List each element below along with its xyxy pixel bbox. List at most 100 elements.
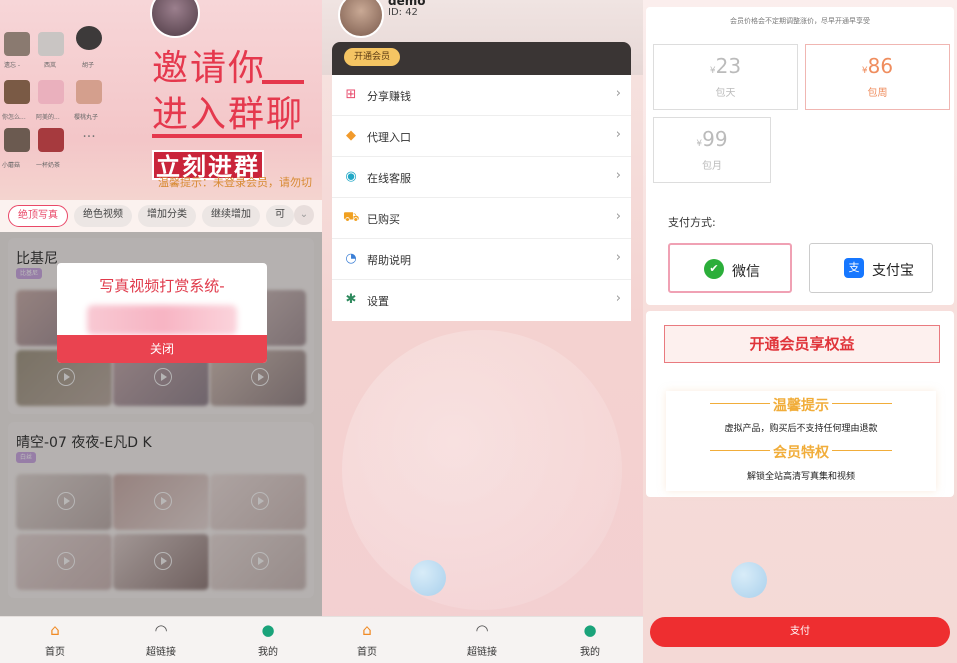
profile-menu: ⊞ 分享赚钱 › ◆ 代理入口 › ◉ 在线客服 › ⛟ 已购买 › ◔ 帮助说… <box>332 75 631 321</box>
open-vip-benefits-button[interactable]: 开通会员享权益 <box>664 325 940 363</box>
invite-banner[interactable]: 遗忘 - 西岚 胡子 你怎么... 阿美的... 樱桃丸子 ··· 小蘑菇 一杯… <box>0 0 322 200</box>
bottom-nav: ⌂ 首页 ◠ 超链接 ● 我的 <box>0 616 322 663</box>
menu-label: 分享赚钱 <box>367 90 411 103</box>
tab-continue-add[interactable]: 继续增加 <box>202 205 260 227</box>
decorative-bubble <box>731 562 767 598</box>
price-option-month[interactable]: ¥99 包月 <box>653 117 771 183</box>
chevron-down-icon[interactable]: ⌄ <box>294 205 314 225</box>
invite-headline-2: 进入群聊 <box>152 94 305 135</box>
price-amount: ¥23 <box>709 54 742 78</box>
chevron-right-icon: › <box>615 250 621 265</box>
price-panel: 会员价格会不定期调整涨价，尽早开通早享受 ¥23 包天 ¥86 包周 ¥99 包… <box>646 7 954 305</box>
group-member-name: 你怎么... <box>2 114 26 121</box>
announcement-modal: 写真视频打赏系统- 关闭 <box>57 263 267 363</box>
tab-add-category[interactable]: 增加分类 <box>138 205 196 227</box>
gift-icon: ⊞ <box>345 87 357 102</box>
nav-label: 我的 <box>580 647 600 658</box>
home-icon: ⌂ <box>50 621 60 639</box>
pay-label: 微信 <box>732 264 760 280</box>
nav-label: 超链接 <box>146 647 176 658</box>
agent-icon: ◆ <box>346 128 356 143</box>
menu-label: 已购买 <box>367 213 400 226</box>
vip-bar: 开通会员 <box>332 42 631 76</box>
user-icon: ● <box>261 621 275 639</box>
price-option-week[interactable]: ¥86 包周 <box>805 44 950 110</box>
pay-button[interactable]: 支付 <box>650 617 950 647</box>
nav-home[interactable]: ⌂ 首页 <box>337 621 397 658</box>
group-member-avatar <box>4 128 30 152</box>
chevron-right-icon: › <box>615 209 621 224</box>
decorative-bubble <box>342 330 622 610</box>
menu-item-settings[interactable]: ✱ 设置 › <box>332 280 631 321</box>
price-option-day[interactable]: ¥23 包天 <box>653 44 798 110</box>
group-member-name: 樱桃丸子 <box>74 114 99 121</box>
alipay-button[interactable]: 支 支付宝 <box>809 243 933 293</box>
chevron-right-icon: › <box>615 86 621 101</box>
login-tip: 温馨提示：未登录会员，请勿切 <box>158 176 312 189</box>
rights-text: 解锁全站高清写真集和视频 <box>746 472 855 482</box>
chevron-right-icon: › <box>615 127 621 142</box>
tips-text: 虚拟产品，购买后不支持任何理由退款 <box>724 424 878 434</box>
help-icon: ◔ <box>345 251 357 266</box>
profile-screen: demo ID: 42 开通会员 ⊞ 分享赚钱 › ◆ 代理入口 › ◉ 在线客… <box>322 0 643 663</box>
group-member-avatar <box>38 80 64 104</box>
menu-label: 设置 <box>367 295 389 308</box>
headset-icon: ◠ <box>154 621 168 639</box>
nav-label: 超链接 <box>467 647 497 658</box>
group-member-name: 一杯奶茶 <box>36 162 61 169</box>
headset-icon: ◠ <box>475 621 489 639</box>
chevron-right-icon: › <box>615 168 621 183</box>
tab-more[interactable]: 可 <box>266 205 294 227</box>
menu-item-support[interactable]: ◉ 在线客服 › <box>332 157 631 198</box>
close-button[interactable]: 关闭 <box>57 335 267 363</box>
price-period: 包周 <box>867 88 888 99</box>
group-member-avatar <box>38 128 64 152</box>
headline-underline <box>152 134 302 138</box>
nav-mine[interactable]: ● 我的 <box>238 621 298 658</box>
tips-heading: 温馨提示 <box>773 398 829 414</box>
alipay-icon: 支 <box>844 258 864 278</box>
user-id: ID: 42 <box>388 7 418 18</box>
open-vip-button[interactable]: 开通会员 <box>344 48 401 66</box>
nav-label: 我的 <box>258 647 278 658</box>
nav-home[interactable]: ⌂ 首页 <box>25 621 85 658</box>
nav-label: 首页 <box>45 647 65 658</box>
pay-label: 支付宝 <box>872 263 914 279</box>
benefits-box: 温馨提示 虚拟产品，购买后不支持任何理由退款 会员特权 解锁全站高清写真集和视频 <box>666 391 936 491</box>
modal-title: 写真视频打赏系统- <box>99 277 225 295</box>
more-members-icon: ··· <box>82 129 96 145</box>
group-member-avatar <box>4 80 30 104</box>
bottom-nav: ⌂ 首页 ◠ 超链接 ● 我的 <box>322 616 643 663</box>
avatar <box>150 0 200 38</box>
group-member-name: 小蘑菇 <box>2 162 21 169</box>
wechat-pay-button[interactable]: ✔ 微信 <box>668 243 792 293</box>
nav-links[interactable]: ◠ 超链接 <box>452 621 512 658</box>
category-tabs: 绝顶写真 绝色视频 增加分类 继续增加 可 ⌄ <box>0 200 322 232</box>
tab-photos[interactable]: 绝顶写真 <box>8 205 68 227</box>
chevron-right-icon: › <box>615 291 621 306</box>
nav-mine[interactable]: ● 我的 <box>560 621 620 658</box>
menu-label: 在线客服 <box>367 172 411 185</box>
divider <box>832 450 892 451</box>
price-amount: ¥99 <box>696 127 728 151</box>
menu-item-agent[interactable]: ◆ 代理入口 › <box>332 116 631 157</box>
cart-icon: ⛟ <box>343 210 360 225</box>
vip-purchase-screen: 会员价格会不定期调整涨价，尽早开通早享受 ¥23 包天 ¥86 包周 ¥99 包… <box>643 0 957 663</box>
home-screen: 遗忘 - 西岚 胡子 你怎么... 阿美的... 樱桃丸子 ··· 小蘑菇 一杯… <box>0 0 322 663</box>
benefits-panel: 开通会员享权益 温馨提示 虚拟产品，购买后不支持任何理由退款 会员特权 解锁全站… <box>646 311 954 497</box>
group-member-avatar <box>38 32 64 56</box>
menu-item-help[interactable]: ◔ 帮助说明 › <box>332 239 631 280</box>
headline-underline <box>262 80 304 84</box>
payment-method-title: 支付方式: <box>668 216 716 229</box>
group-member-name: 西岚 <box>44 62 57 69</box>
group-member-avatar <box>4 32 30 56</box>
tab-videos[interactable]: 绝色视频 <box>74 205 132 227</box>
nav-label: 首页 <box>357 647 377 658</box>
nav-links[interactable]: ◠ 超链接 <box>131 621 191 658</box>
menu-item-purchased[interactable]: ⛟ 已购买 › <box>332 198 631 239</box>
divider <box>832 403 892 404</box>
gear-icon: ✱ <box>345 292 357 307</box>
menu-item-share[interactable]: ⊞ 分享赚钱 › <box>332 75 631 116</box>
avatar[interactable] <box>338 0 384 38</box>
group-member-name: 胡子 <box>82 62 95 69</box>
